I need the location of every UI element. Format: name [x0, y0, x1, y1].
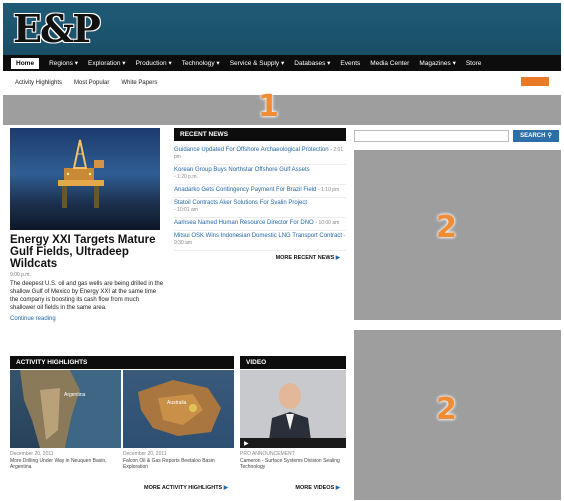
news-time: - 10:00 am [315, 220, 340, 226]
news-item[interactable]: Statoil Contracts Aker Solutions For Sva… [174, 198, 346, 218]
main-nav: Home Regions ▾ Exploration ▾ Production … [3, 55, 561, 71]
sub-nav: Activity Highlights Most Popular White P… [3, 71, 561, 95]
news-time: - 1:20 p.m. [174, 174, 198, 180]
news-time: - 10:01 am [174, 207, 198, 213]
search-icon: ⚲ [547, 133, 552, 139]
news-title[interactable]: Statoil Contracts Aker Solutions For Sva… [174, 200, 307, 206]
feature-byline: 9:00 p.m. [10, 272, 31, 278]
news-title[interactable]: Korean Group Buys Northstar Offshore Gul… [174, 167, 310, 173]
news-title[interactable]: Guidance Updated For Offshore Archaeolog… [174, 147, 329, 153]
feature-headline[interactable]: Energy XXI Targets Mature Gulf Fields, U… [10, 234, 165, 270]
map-argentina-icon [20, 370, 121, 448]
activity-map-image[interactable]: Argentina [10, 370, 121, 448]
news-title[interactable]: Mitsui OSK Wins Indonesian Domestic LNG … [174, 233, 342, 239]
arrow-right-icon: ▶ [335, 255, 340, 261]
activity-highlights-title: ACTIVITY HIGHLIGHTS [10, 356, 234, 369]
more-activity-highlights-link[interactable]: MORE ACTIVITY HIGHLIGHTS ▶ [10, 485, 234, 491]
feature-summary: The deepest U.S. oil and gas wells are b… [10, 281, 164, 311]
news-title[interactable]: Anadarko Gets Contingency Payment For Br… [174, 187, 316, 193]
arrow-right-icon: ▶ [223, 484, 228, 491]
nav-item-home[interactable]: Home [11, 57, 40, 69]
map-label: Australia [167, 400, 187, 406]
nav-item-databases[interactable]: Databases ▾ [294, 59, 330, 67]
search-bar: SEARCH ⚲ [354, 128, 561, 143]
activity-item[interactable]: December 20, 2011 Falcon Oil & Gas Repor… [123, 451, 234, 471]
activity-caption[interactable]: More Drilling Under Way in Neuquen Basin… [10, 458, 121, 471]
nav-item-exploration[interactable]: Exploration ▾ [88, 59, 126, 67]
nav-item-magazines[interactable]: Magazines ▾ [419, 59, 456, 67]
video-title: VIDEO [240, 356, 346, 369]
activity-map-image[interactable]: Australia [123, 370, 234, 448]
nav-item-production[interactable]: Production ▾ [136, 59, 172, 67]
nav-item-store[interactable]: Store [466, 60, 482, 67]
news-title[interactable]: Aamsea Named Human Resource Director For… [174, 220, 314, 226]
map-label: Argentina [64, 392, 86, 398]
site-header: E&P [3, 3, 561, 55]
nav-item-events[interactable]: Events [340, 60, 360, 67]
page: E&P Home Regions ▾ Exploration ▾ Product… [0, 0, 564, 501]
activity-item[interactable]: December 20, 2011 More Drilling Under Wa… [10, 451, 121, 471]
video-player[interactable]: ▶ [240, 370, 346, 448]
news-item[interactable]: Guidance Updated For Offshore Archaeolog… [174, 145, 346, 165]
subnav-most-popular[interactable]: Most Popular [74, 80, 109, 86]
activity-highlights: ACTIVITY HIGHLIGHTS Argentina Australia [10, 356, 234, 491]
news-item[interactable]: Aamsea Named Human Resource Director For… [174, 218, 346, 231]
search-input[interactable] [354, 129, 509, 142]
more-recent-news-link[interactable]: MORE RECENT NEWS ▶ [174, 255, 346, 261]
recent-news: RECENT NEWS Guidance Updated For Offshor… [174, 128, 346, 261]
recent-news-title: RECENT NEWS [174, 128, 346, 141]
play-icon[interactable]: ▶ [244, 440, 249, 447]
news-item[interactable]: Mitsui OSK Wins Indonesian Domestic LNG … [174, 231, 346, 251]
oil-rig-icon [58, 139, 104, 208]
news-item[interactable]: Anadarko Gets Contingency Payment For Br… [174, 185, 346, 198]
nav-item-media-center[interactable]: Media Center [370, 60, 409, 67]
video-caption[interactable]: Cameron - Surface Systems Division Seali… [240, 458, 346, 471]
more-activity-highlights-label: MORE ACTIVITY HIGHLIGHTS [144, 484, 223, 491]
news-item[interactable]: Korean Group Buys Northstar Offshore Gul… [174, 165, 346, 185]
ad-slot-right-2: 2 [354, 330, 561, 500]
more-videos-link[interactable]: MORE VIDEOS ▶ [240, 485, 346, 491]
feature-story: Energy XXI Targets Mature Gulf Fields, U… [10, 128, 165, 322]
more-recent-news-label: MORE RECENT NEWS [275, 255, 335, 261]
presenter-image [240, 370, 346, 448]
arrow-right-icon: ▶ [335, 484, 340, 491]
continue-reading-link[interactable]: Continue reading [10, 316, 165, 322]
right-rail: SEARCH ⚲ 2 2 [354, 128, 561, 500]
rss-button[interactable] [521, 77, 549, 86]
ad-slot-marker: 1 [258, 89, 279, 124]
news-time: - 1:10 pm [318, 187, 340, 193]
search-button-label: SEARCH [520, 132, 546, 139]
video-item[interactable]: PRO ANNOUNCEMENT Cameron - Surface Syste… [240, 451, 346, 471]
site-logo[interactable]: E&P [13, 9, 101, 49]
video-section: VIDEO ▶ PRO ANNOUNCEMENT Cameron - Surfa… [240, 356, 346, 491]
subnav-white-papers[interactable]: White Papers [121, 80, 157, 86]
activity-caption[interactable]: Falcon Oil & Gas Reports Beetaloo Basin … [123, 458, 234, 471]
feature-image[interactable] [10, 128, 160, 230]
map-australia-icon [138, 380, 221, 436]
nav-item-regions[interactable]: Regions ▾ [49, 59, 78, 67]
nav-item-service-supply[interactable]: Service & Supply ▾ [230, 59, 285, 67]
nav-item-technology[interactable]: Technology ▾ [182, 59, 220, 67]
search-button[interactable]: SEARCH ⚲ [513, 129, 559, 142]
more-videos-label: MORE VIDEOS [295, 484, 335, 491]
ad-slot-marker: 2 [436, 210, 457, 245]
ad-slot-right-1: 2 [354, 150, 561, 320]
ad-slot-marker: 2 [436, 392, 457, 427]
ad-slot-top: 1 [3, 89, 561, 125]
subnav-activity-highlights[interactable]: Activity Highlights [15, 80, 62, 86]
